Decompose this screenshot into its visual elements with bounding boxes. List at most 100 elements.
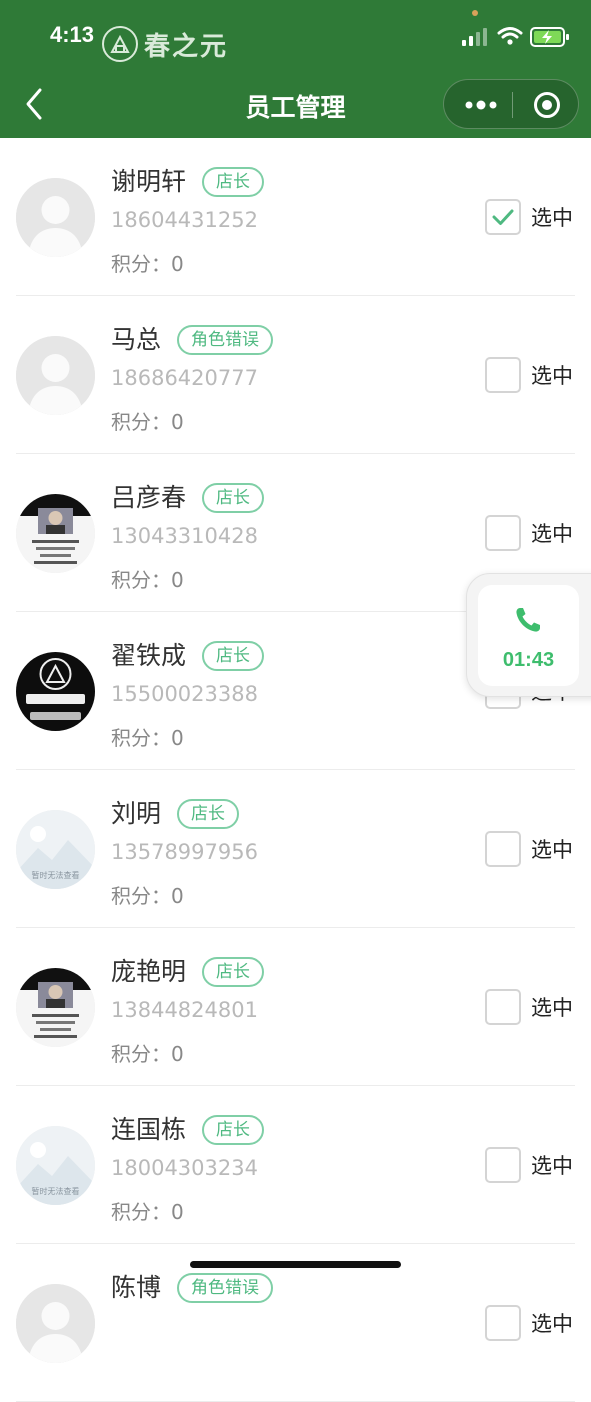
select-checkbox[interactable]	[485, 989, 521, 1025]
brand-seal-icon	[102, 26, 138, 62]
employee-phone: 18004303234	[111, 1156, 258, 1180]
points-label: 积分：	[111, 568, 171, 592]
role-badge: 角色错误	[177, 325, 274, 355]
floating-call-window[interactable]: 01:43	[466, 573, 591, 697]
employee-name: 马总 角色错误	[111, 320, 274, 356]
avatar-caption: 暂时无法查看	[31, 871, 80, 880]
employee-row[interactable]: 马总 角色错误 18686420777 积分：0 选中	[0, 296, 591, 454]
avatar	[16, 494, 95, 573]
employee-name: 连国栋 店长	[111, 1110, 265, 1146]
select-label[interactable]: 选中	[531, 202, 573, 232]
avatar: 暂时无法查看	[16, 810, 95, 889]
select-label[interactable]: 选中	[531, 518, 573, 548]
select-label[interactable]: 选中	[531, 360, 573, 390]
employee-name-text: 谢明轩	[111, 167, 187, 196]
employee-phone: 18604431252	[111, 208, 258, 232]
employee-phone: 13844824801	[111, 998, 258, 1022]
points-value: 0	[171, 884, 184, 908]
brand-name: 春之元	[144, 31, 229, 62]
points-label: 积分：	[111, 884, 171, 908]
select-checkbox[interactable]	[485, 199, 521, 235]
capsule-divider	[512, 92, 513, 118]
points-label: 积分：	[111, 410, 171, 434]
points-value: 0	[171, 252, 184, 276]
employee-name-text: 陈博	[111, 1273, 162, 1302]
employee-name: 刘明 店长	[111, 794, 240, 830]
avatar	[16, 968, 95, 1047]
employee-row[interactable]: 暂时无法查看 连国栋 店长 18004303234 积分：0 选中	[0, 1086, 591, 1244]
employee-points: 积分：0	[111, 1196, 184, 1225]
role-badge: 店长	[202, 957, 265, 987]
call-timer: 01:43	[502, 649, 555, 671]
role-badge: 店长	[202, 641, 265, 671]
employee-name-text: 马总	[111, 325, 162, 354]
employee-phone: 15500023388	[111, 682, 258, 706]
employee-row[interactable]: 庞艳明 店长 13844824801 积分：0 选中	[0, 928, 591, 1086]
cellular-signal-icon	[462, 28, 487, 46]
employee-points: 积分：0	[111, 406, 184, 435]
call-card: 01:43	[478, 585, 579, 686]
employee-row[interactable]: 谢明轩 店长 18604431252 积分：0 选中	[0, 138, 591, 296]
role-badge: 角色错误	[177, 1273, 274, 1303]
points-value: 0	[171, 568, 184, 592]
points-label: 积分：	[111, 1200, 171, 1224]
points-value: 0	[171, 726, 184, 750]
employee-phone: 13578997956	[111, 840, 258, 864]
avatar: 暂时无法查看	[16, 1126, 95, 1205]
select-label[interactable]: 选中	[531, 992, 573, 1022]
select-label[interactable]: 选中	[531, 1150, 573, 1180]
top-bar: 4:13 春之元 员工管理	[0, 0, 591, 138]
employee-points: 积分：0	[111, 248, 184, 277]
employee-name: 谢明轩 店长	[111, 162, 265, 198]
employee-name-text: 连国栋	[111, 1115, 187, 1144]
employee-name-text: 刘明	[111, 799, 162, 828]
employee-name-text: 庞艳明	[111, 957, 187, 986]
select-checkbox[interactable]	[485, 1147, 521, 1183]
employee-name-text: 翟铁成	[111, 641, 187, 670]
role-badge: 店长	[202, 483, 265, 513]
brand-logo: 春之元	[102, 24, 228, 64]
employee-name: 陈博 角色错误	[111, 1268, 274, 1304]
check-icon	[492, 209, 514, 225]
points-value: 0	[171, 1042, 184, 1066]
more-options-icon[interactable]	[462, 92, 500, 118]
employee-name: 庞艳明 店长	[111, 952, 265, 988]
employee-points: 积分：0	[111, 564, 184, 593]
avatar	[16, 178, 95, 257]
employee-name-text: 吕彦春	[111, 483, 187, 512]
role-badge: 店长	[202, 167, 265, 197]
select-checkbox[interactable]	[485, 357, 521, 393]
select-label[interactable]: 选中	[531, 1308, 573, 1338]
close-mini-program-icon[interactable]	[533, 91, 561, 119]
battery-charging-icon	[530, 27, 569, 47]
role-badge: 店长	[202, 1115, 265, 1145]
select-checkbox[interactable]	[485, 831, 521, 867]
employee-name: 翟铁成 店长	[111, 636, 265, 672]
role-badge: 店长	[177, 799, 240, 829]
status-time: 4:13	[50, 22, 95, 47]
points-value: 0	[171, 410, 184, 434]
points-value: 0	[171, 1200, 184, 1224]
select-checkbox[interactable]	[485, 1305, 521, 1341]
avatar-caption: 暂时无法查看	[31, 1187, 80, 1196]
employee-phone: 13043310428	[111, 524, 258, 548]
wifi-icon	[497, 27, 523, 45]
points-label: 积分：	[111, 726, 171, 750]
select-label[interactable]: 选中	[531, 834, 573, 864]
avatar	[16, 336, 95, 415]
avatar	[16, 652, 95, 731]
employee-row[interactable]: 暂时无法查看 刘明 店长 13578997956 积分：0 选中	[0, 770, 591, 928]
employee-points: 积分：0	[111, 722, 184, 751]
avatar	[16, 1284, 95, 1363]
employee-points: 积分：0	[111, 1038, 184, 1067]
privacy-dot-icon	[472, 10, 478, 16]
employee-list: 谢明轩 店长 18604431252 积分：0 选中 马总 角色错误 1868642…	[0, 138, 591, 1402]
employee-name: 吕彦春 店长	[111, 478, 265, 514]
employee-phone: 18686420777	[111, 366, 258, 390]
points-label: 积分：	[111, 1042, 171, 1066]
points-label: 积分：	[111, 252, 171, 276]
home-indicator	[190, 1261, 401, 1268]
select-checkbox[interactable]	[485, 515, 521, 551]
mini-program-capsule	[443, 79, 579, 129]
employee-points: 积分：0	[111, 880, 184, 909]
